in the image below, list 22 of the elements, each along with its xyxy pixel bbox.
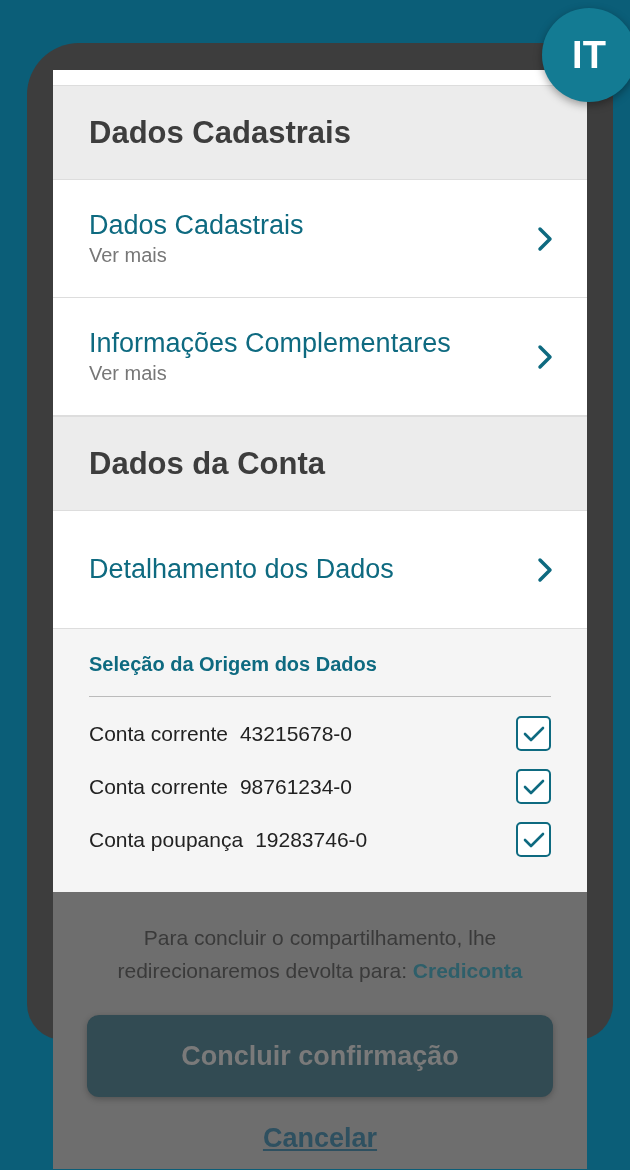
checkbox[interactable]	[516, 769, 551, 804]
chevron-right-icon	[537, 343, 553, 370]
language-badge: IT	[542, 8, 630, 102]
account-number: 43215678-0	[239, 721, 354, 746]
checkbox[interactable]	[516, 716, 551, 751]
account-type: Conta poupança	[89, 827, 244, 852]
item-title: Detalhamento dos Dados	[89, 554, 394, 585]
account-type: Conta corrente	[89, 721, 228, 746]
item-subtitle: Ver mais	[89, 244, 168, 267]
account-number: 98761234-0	[239, 774, 354, 799]
chevron-right-icon	[537, 556, 553, 583]
chevron-right-icon	[537, 225, 553, 252]
item-title: Dados Cadastrais	[89, 210, 304, 241]
origin-title: Seleção da Origem dos Dados	[89, 653, 378, 676]
item-subtitle: Ver mais	[89, 362, 168, 385]
account-type: Conta corrente	[89, 774, 228, 799]
list-item[interactable]: Dados Cadastrais Ver mais	[53, 180, 587, 298]
section-title: Dados da Conta	[89, 445, 325, 482]
checkbox[interactable]	[516, 822, 551, 857]
account-number: 19283746-0	[255, 827, 369, 852]
item-title: Informações Complementares	[89, 328, 451, 359]
section-title: Dados Cadastrais	[89, 114, 351, 151]
